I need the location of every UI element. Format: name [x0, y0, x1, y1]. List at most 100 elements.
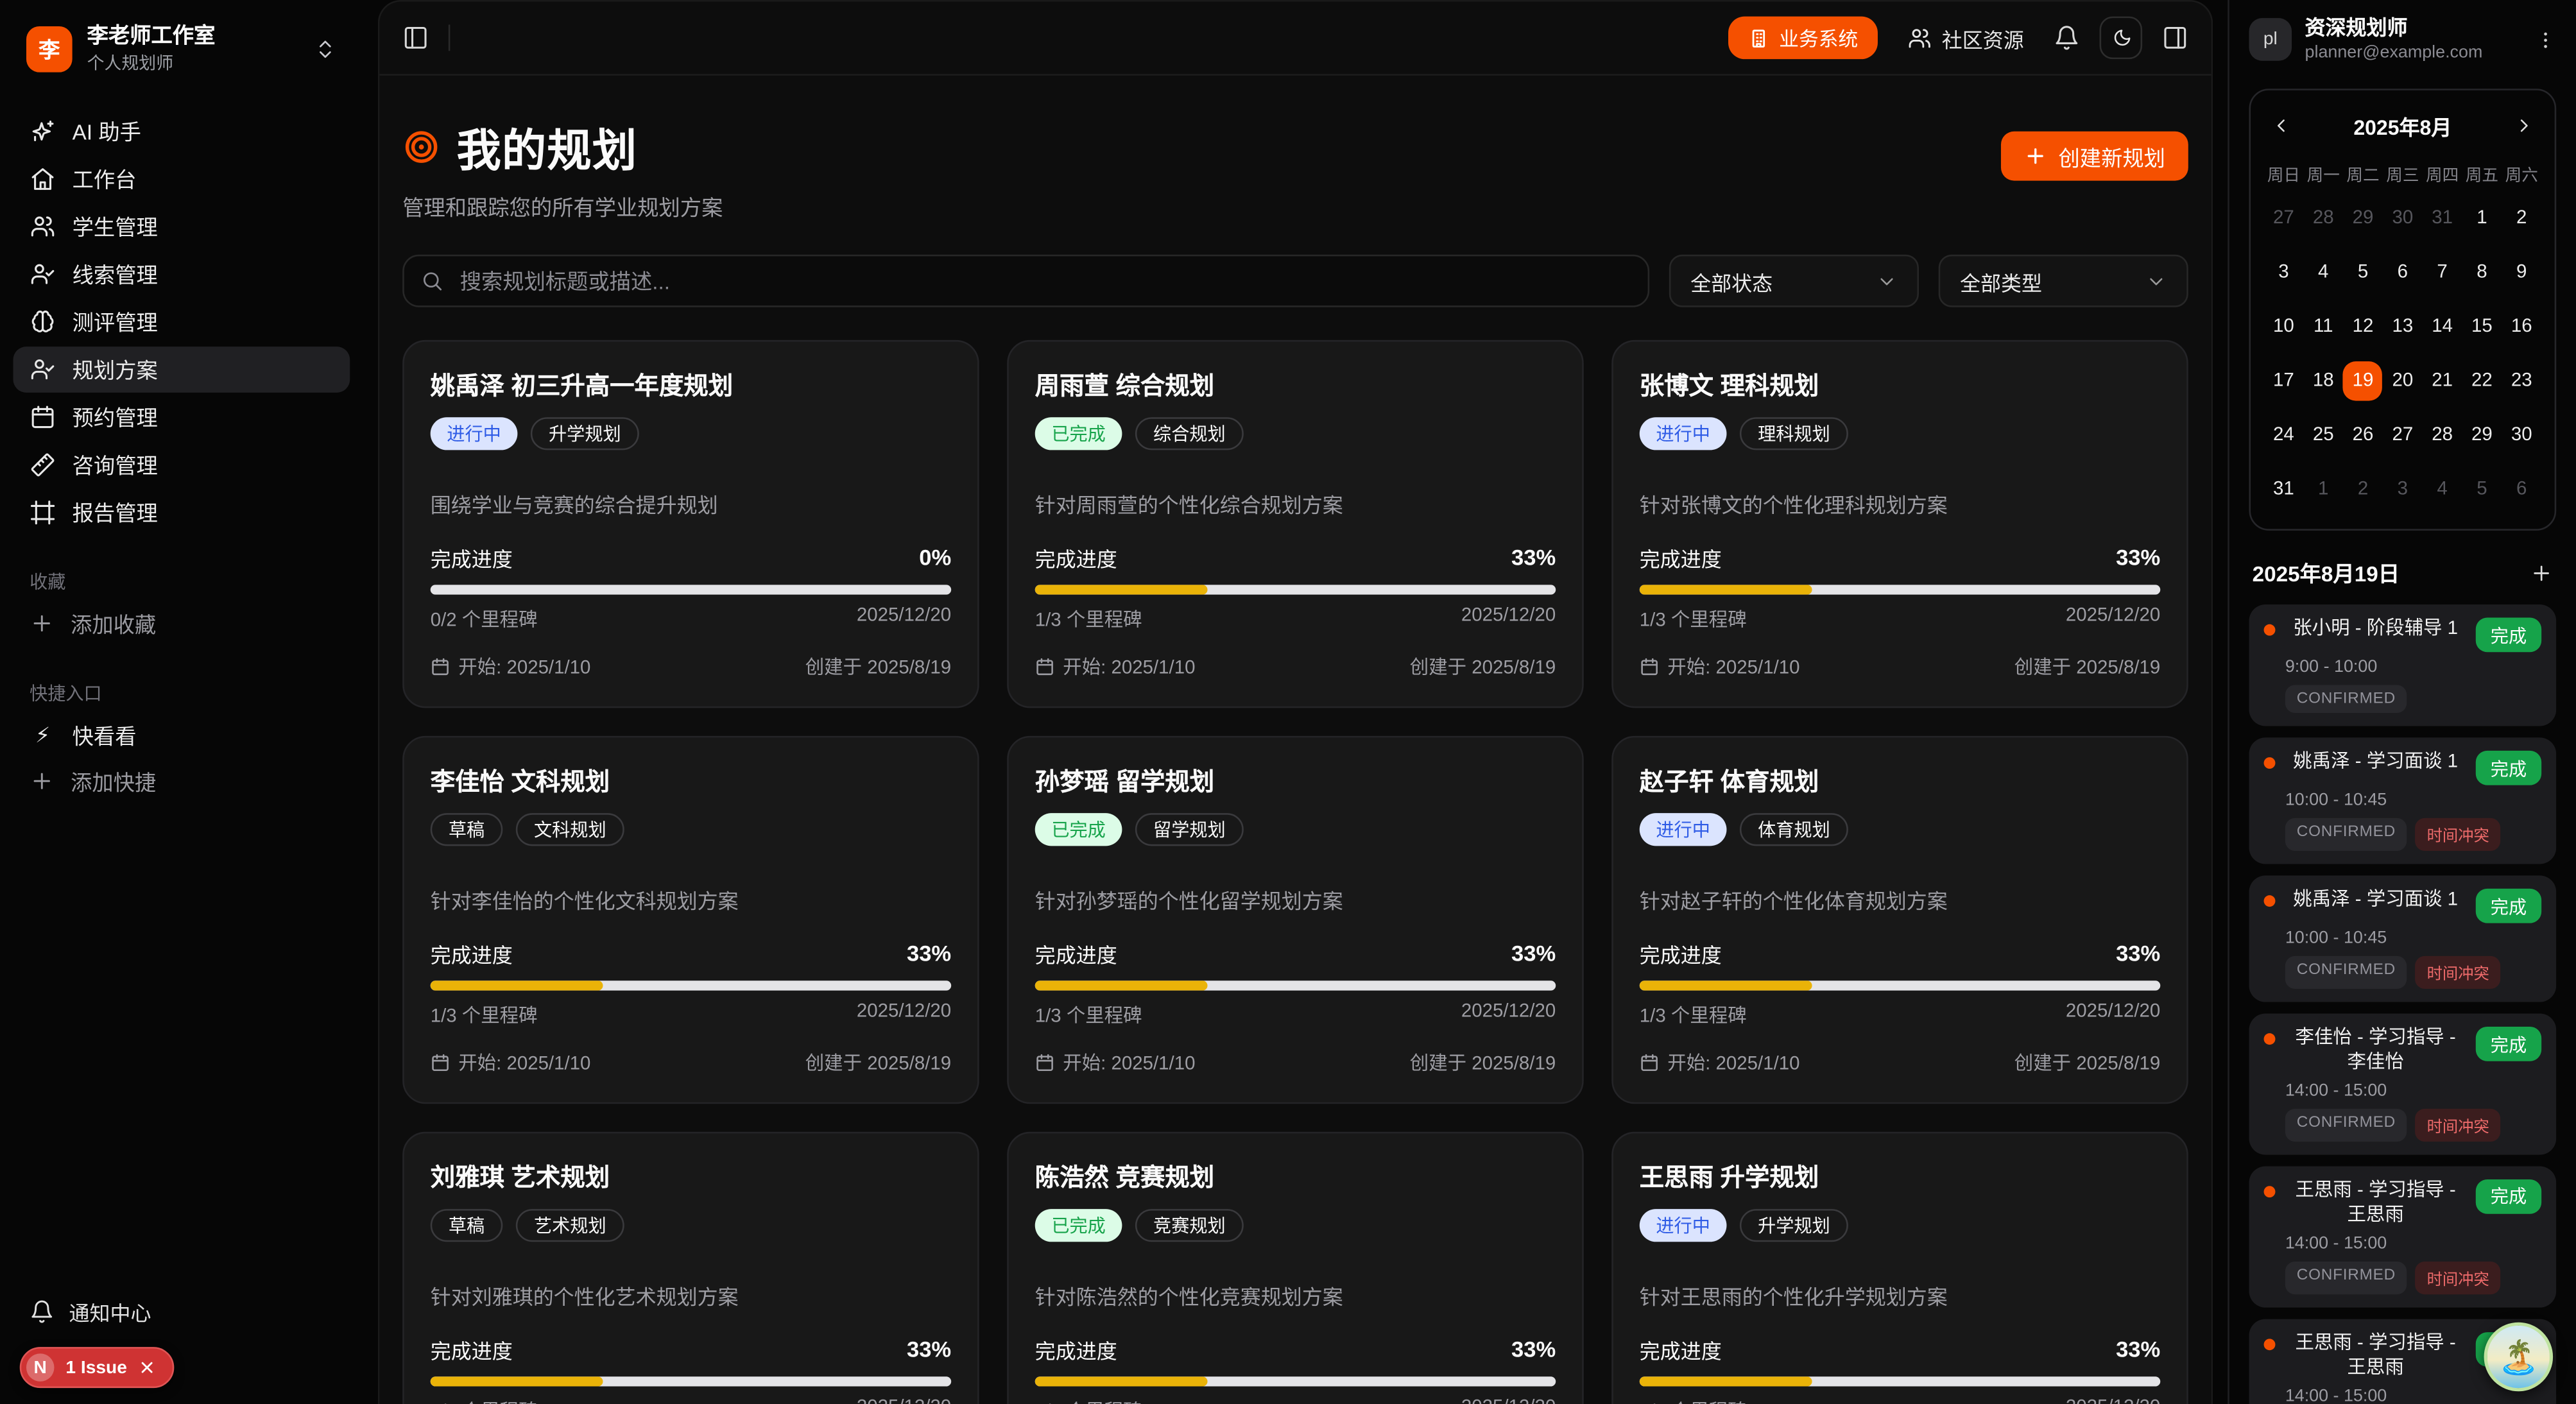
calendar-day[interactable]: 25 [2303, 416, 2343, 455]
island-sticker[interactable]: 🏝️ [2484, 1323, 2554, 1392]
plan-card[interactable]: 赵子轩 体育规划进行中体育规划针对赵子轩的个性化体育规划方案完成进度33%1/3… [1611, 736, 2188, 1104]
sidebar-item-quick-view[interactable]: ⚡快看看 [13, 712, 350, 758]
sidebar-item-add-quick-entry[interactable]: 添加快捷 [13, 758, 350, 805]
close-icon[interactable] [139, 1358, 157, 1376]
status-filter-select[interactable]: 全部状态 [1669, 255, 1919, 307]
sidebar-item-leads[interactable]: 线索管理 [13, 251, 350, 297]
community-resources-button[interactable]: 社区资源 [1898, 21, 2034, 55]
event-complete-button[interactable]: 完成 [2476, 1179, 2541, 1214]
calendar-day[interactable]: 11 [2303, 307, 2343, 347]
sidebar-item-plans[interactable]: 规划方案 [13, 346, 350, 392]
calendar-day[interactable]: 21 [2423, 361, 2462, 400]
event-card[interactable]: 王思雨 - 学习指导 - 王思雨完成14:00 - 15:00CONFIRMED… [2249, 1166, 2557, 1307]
calendar-day[interactable]: 24 [2264, 416, 2304, 455]
sidebar-toggle-button[interactable] [402, 24, 429, 51]
calendar-day[interactable]: 20 [2383, 361, 2423, 400]
milestone-count: 1/3 个里程碑 [1640, 1002, 1747, 1029]
start-date-text: 开始: 2025/1/10 [1063, 1050, 1195, 1076]
calendar-day[interactable]: 6 [2502, 470, 2541, 509]
plan-card[interactable]: 姚禹泽 初三升高一年度规划进行中升学规划围绕学业与竞赛的综合提升规划完成进度0%… [402, 340, 979, 708]
calendar-next-button[interactable] [2514, 115, 2535, 136]
calendar-day[interactable]: 6 [2383, 253, 2423, 292]
theme-toggle-button[interactable] [2100, 17, 2143, 60]
calendar-day[interactable]: 31 [2423, 199, 2462, 238]
search-input[interactable] [457, 267, 1631, 295]
type-filter-select[interactable]: 全部类型 [1939, 255, 2188, 307]
calendar-day[interactable]: 2 [2502, 199, 2541, 238]
calendar-day[interactable]: 18 [2303, 361, 2343, 400]
calendar-day[interactable]: 4 [2423, 470, 2462, 509]
sidebar-item-ai-assistant[interactable]: AI 助手 [13, 108, 350, 154]
right-panel-toggle-button[interactable] [2162, 24, 2188, 51]
calendar-day[interactable]: 30 [2383, 199, 2423, 238]
calendar-day[interactable]: 28 [2423, 416, 2462, 455]
event-complete-button[interactable]: 完成 [2476, 1027, 2541, 1061]
calendar-day[interactable]: 23 [2502, 361, 2541, 400]
calendar-day[interactable]: 27 [2383, 416, 2423, 455]
sidebar-item-consultations[interactable]: 咨询管理 [13, 441, 350, 488]
calendar-day[interactable]: 16 [2502, 307, 2541, 347]
sidebar-item-workbench[interactable]: 工作台 [13, 155, 350, 201]
calendar-day[interactable]: 28 [2303, 199, 2343, 238]
notifications-button[interactable] [2054, 24, 2080, 51]
sidebar-item-students[interactable]: 学生管理 [13, 203, 350, 249]
event-card[interactable]: 张小明 - 阶段辅导 1完成9:00 - 10:00CONFIRMED [2249, 604, 2557, 726]
calendar-day[interactable]: 31 [2264, 470, 2304, 509]
plan-card[interactable]: 周雨萱 综合规划已完成综合规划针对周雨萱的个性化综合规划方案完成进度33%1/3… [1007, 340, 1584, 708]
calendar-day[interactable]: 3 [2264, 253, 2304, 292]
add-event-button[interactable] [2530, 561, 2553, 584]
calendar-day[interactable]: 3 [2383, 470, 2423, 509]
calendar-day[interactable]: 1 [2462, 199, 2502, 238]
profile-name: 资深规划师 [2305, 17, 2483, 41]
calendar-day[interactable]: 5 [2462, 470, 2502, 509]
plan-card[interactable]: 张博文 理科规划进行中理科规划针对张博文的个性化理科规划方案完成进度33%1/3… [1611, 340, 2188, 708]
calendar-day-selected[interactable]: 19 [2343, 361, 2383, 400]
island-emoji: 🏝️ [2498, 1336, 2539, 1377]
calendar-day[interactable]: 26 [2343, 416, 2383, 455]
more-menu-icon[interactable] [2535, 29, 2556, 50]
weekday-label: 周二 [2343, 161, 2383, 185]
calendar-day[interactable]: 7 [2423, 253, 2462, 292]
calendar-day[interactable]: 8 [2462, 253, 2502, 292]
calendar-day[interactable]: 2 [2343, 470, 2383, 509]
event-complete-button[interactable]: 完成 [2476, 751, 2541, 785]
notification-center[interactable]: 通知中心 [17, 1286, 347, 1337]
plan-card[interactable]: 刘雅琪 艺术规划草稿艺术规划针对刘雅琪的个性化艺术规划方案完成进度33%1/3 … [402, 1132, 979, 1404]
event-card[interactable]: 姚禹泽 - 学习面谈 1完成10:00 - 10:45CONFIRMED时间冲突 [2249, 875, 2557, 1002]
calendar-day[interactable]: 13 [2383, 307, 2423, 347]
calendar-day[interactable]: 27 [2264, 199, 2304, 238]
frame-icon [30, 499, 56, 525]
calendar-day[interactable]: 17 [2264, 361, 2304, 400]
create-plan-button[interactable]: 创建新规划 [2001, 132, 2188, 181]
calendar-day[interactable]: 14 [2423, 307, 2462, 347]
milestone-row: 1/3 个里程碑2025/12/20 [1640, 606, 2160, 633]
calendar-day[interactable]: 10 [2264, 307, 2304, 347]
workspace-switcher[interactable]: 李 李老师工作室 个人规划师 [13, 17, 350, 81]
plan-card[interactable]: 孙梦瑶 留学规划已完成留学规划针对孙梦瑶的个性化留学规划方案完成进度33%1/3… [1007, 736, 1584, 1104]
sidebar-item-add-favorites[interactable]: 添加收藏 [13, 601, 350, 647]
sidebar-item-assessments[interactable]: 测评管理 [13, 298, 350, 345]
calendar-day[interactable]: 29 [2343, 199, 2383, 238]
plan-card[interactable]: 陈浩然 竞赛规划已完成竞赛规划针对陈浩然的个性化竞赛规划方案完成进度33%1/3… [1007, 1132, 1584, 1404]
calendar-day[interactable]: 12 [2343, 307, 2383, 347]
calendar-day[interactable]: 29 [2462, 416, 2502, 455]
event-complete-button[interactable]: 完成 [2476, 889, 2541, 923]
calendar-day[interactable]: 30 [2502, 416, 2541, 455]
calendar-prev-button[interactable] [2271, 115, 2292, 136]
calendar-day[interactable]: 22 [2462, 361, 2502, 400]
sidebar-item-appointments[interactable]: 预约管理 [13, 393, 350, 440]
calendar-day[interactable]: 15 [2462, 307, 2502, 347]
calendar-day[interactable]: 4 [2303, 253, 2343, 292]
business-system-button[interactable]: 业务系统 [1728, 17, 1878, 60]
event-card[interactable]: 李佳怡 - 学习指导 - 李佳怡完成14:00 - 15:00CONFIRMED… [2249, 1013, 2557, 1154]
due-date: 2025/12/20 [1461, 1398, 1556, 1404]
plan-card[interactable]: 李佳怡 文科规划草稿文科规划针对李佳怡的个性化文科规划方案完成进度33%1/3 … [402, 736, 979, 1104]
dev-issues-badge[interactable]: N 1 Issue [20, 1347, 175, 1388]
event-card[interactable]: 姚禹泽 - 学习面谈 1完成10:00 - 10:45CONFIRMED时间冲突 [2249, 737, 2557, 864]
plan-card[interactable]: 王思雨 升学规划进行中升学规划针对王思雨的个性化升学规划方案完成进度33%1/3… [1611, 1132, 2188, 1404]
calendar-day[interactable]: 5 [2343, 253, 2383, 292]
sidebar-item-reports[interactable]: 报告管理 [13, 489, 350, 535]
event-complete-button[interactable]: 完成 [2476, 618, 2541, 653]
calendar-day[interactable]: 1 [2303, 470, 2343, 509]
calendar-day[interactable]: 9 [2502, 253, 2541, 292]
